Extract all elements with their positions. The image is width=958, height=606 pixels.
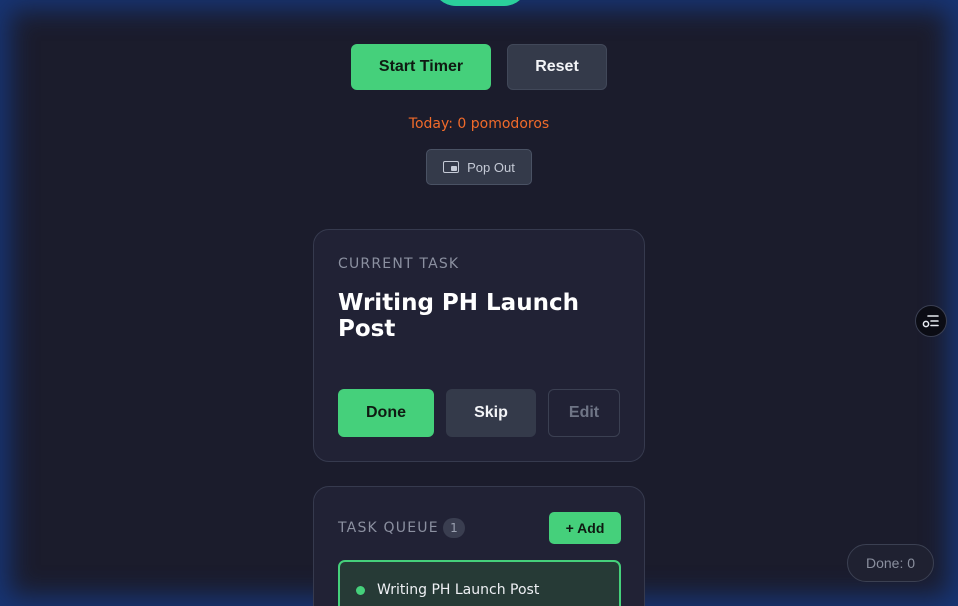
current-task-title: Writing PH Launch Post — [338, 290, 579, 342]
timer-ring — [432, 0, 528, 6]
add-task-button[interactable]: + Add — [549, 512, 621, 544]
task-queue-count-badge: 1 — [443, 518, 465, 538]
skip-button[interactable]: Skip — [446, 389, 536, 437]
task-queue-heading: TASK QUEUE — [338, 520, 439, 536]
picture-in-picture-icon — [443, 161, 460, 173]
task-queue-card: TASK QUEUE 1 + Add Writing PH Launch Pos… — [313, 486, 645, 606]
edit-button[interactable]: Edit — [548, 389, 620, 437]
task-list-toggle-button[interactable] — [915, 305, 947, 337]
queue-list-item[interactable]: Writing PH Launch Post — [338, 560, 621, 606]
start-timer-button[interactable]: Start Timer — [351, 44, 491, 90]
today-pomodoro-count: Today: 0 pomodoros — [408, 116, 550, 132]
done-counter-badge: Done: 0 — [847, 544, 934, 582]
task-list-toggle-icon — [922, 315, 939, 328]
pop-out-label: Pop Out — [467, 159, 515, 175]
done-button[interactable]: Done — [338, 389, 434, 437]
app-stage: Start Timer Reset Today: 0 pomodoros Pop… — [0, 0, 958, 606]
active-task-dot-icon — [356, 586, 365, 595]
pop-out-button[interactable]: Pop Out — [426, 149, 532, 185]
queue-item-label: Writing PH Launch Post — [377, 582, 540, 598]
reset-button[interactable]: Reset — [507, 44, 607, 90]
current-task-card: CURRENT TASK Writing PH Launch Post Done… — [313, 229, 645, 462]
current-task-heading: CURRENT TASK — [338, 256, 460, 272]
